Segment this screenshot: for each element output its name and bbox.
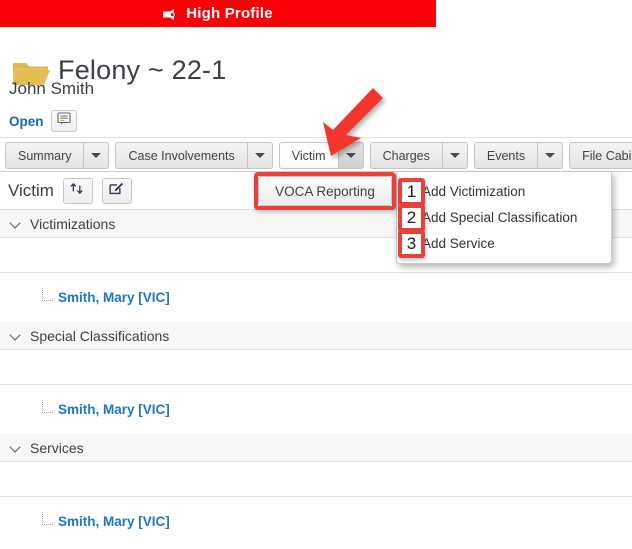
section-header-special-classifications[interactable]: Special Classifications bbox=[0, 322, 632, 350]
swap-button[interactable] bbox=[62, 177, 93, 204]
tab-group-events: Events bbox=[473, 142, 564, 169]
swap-arrows-icon bbox=[70, 182, 85, 200]
chevron-down-icon bbox=[449, 153, 460, 158]
comment-note-icon bbox=[56, 112, 71, 130]
menu-item-add-service[interactable]: Add Service bbox=[397, 230, 611, 256]
voca-reporting-wrap: VOCA Reporting bbox=[258, 176, 392, 206]
app-root: High Profile Felony ~ 22-1 John Smith Op… bbox=[0, 0, 632, 549]
person-link[interactable]: Smith, Mary [VIC] bbox=[58, 514, 170, 529]
annotation-badge-1: 1 bbox=[398, 178, 425, 206]
section-title: Special Classifications bbox=[30, 327, 170, 344]
chevron-down-icon bbox=[545, 153, 556, 158]
tab-group-summary: Summary bbox=[5, 142, 110, 169]
section-title: Services bbox=[30, 439, 84, 456]
tab-group-victim: Victim bbox=[278, 142, 364, 169]
chevron-down-icon bbox=[10, 442, 21, 453]
annotation-badge-3: 3 bbox=[398, 230, 425, 258]
chevron-down-icon bbox=[254, 153, 265, 158]
tab-bar: Summary Case Involvements Victim Charges bbox=[0, 142, 632, 172]
chevron-down-icon bbox=[91, 153, 102, 158]
table-row bbox=[0, 462, 632, 497]
edit-pencil-square-icon bbox=[109, 181, 124, 200]
case-header: Felony ~ 22-1 John Smith Open bbox=[0, 27, 632, 138]
list-item: Smith, Mary [VIC] bbox=[0, 497, 632, 546]
list-item: Smith, Mary [VIC] bbox=[0, 273, 632, 322]
menu-item-add-victimization[interactable]: Add Victimization bbox=[397, 178, 611, 204]
tree-branch-icon bbox=[42, 400, 53, 413]
tab-case-involvements[interactable]: Case Involvements bbox=[115, 142, 248, 169]
section-special-classifications: Special Classifications Smith, Mary [VIC… bbox=[0, 322, 632, 434]
tab-events-caret[interactable] bbox=[538, 142, 564, 169]
tree-branch-icon bbox=[42, 288, 53, 301]
tab-summary[interactable]: Summary bbox=[5, 142, 85, 169]
case-person-name: John Smith bbox=[9, 79, 95, 98]
tab-group-case-involvements: Case Involvements bbox=[115, 142, 273, 169]
annotation-badge-2: 2 bbox=[398, 204, 425, 232]
person-link[interactable]: Smith, Mary [VIC] bbox=[58, 402, 170, 417]
section-body-special-classifications: Smith, Mary [VIC] bbox=[0, 350, 632, 434]
high-profile-banner-label: High Profile bbox=[186, 5, 273, 22]
section-services: Services Smith, Mary [VIC] bbox=[0, 434, 632, 546]
tab-summary-caret[interactable] bbox=[84, 142, 110, 169]
voca-reporting-button[interactable]: VOCA Reporting bbox=[258, 176, 392, 206]
tree-branch-icon bbox=[42, 512, 53, 525]
table-row bbox=[0, 350, 632, 385]
comment-note-button[interactable] bbox=[50, 110, 77, 132]
victim-panel-title: Victim bbox=[8, 180, 54, 200]
section-title: Victimizations bbox=[30, 215, 116, 232]
case-status-link[interactable]: Open bbox=[9, 114, 44, 129]
tab-case-involvements-caret[interactable] bbox=[247, 142, 273, 169]
list-item: Smith, Mary [VIC] bbox=[0, 385, 632, 434]
tab-events[interactable]: Events bbox=[473, 142, 539, 169]
chevron-down-icon bbox=[345, 153, 356, 158]
case-status-row: Open bbox=[9, 110, 77, 132]
victim-dropdown-menu: Add Victimization Add Special Classifica… bbox=[396, 172, 612, 264]
bullhorn-icon bbox=[163, 8, 179, 21]
chevron-down-icon bbox=[10, 218, 21, 229]
edit-button[interactable] bbox=[101, 177, 132, 204]
section-header-services[interactable]: Services bbox=[0, 434, 632, 462]
chevron-down-icon bbox=[10, 330, 21, 341]
tab-charges-caret[interactable] bbox=[442, 142, 468, 169]
tab-charges[interactable]: Charges bbox=[369, 142, 443, 169]
tab-group-file-cabinet: File Cabinet bbox=[569, 142, 632, 169]
person-link[interactable]: Smith, Mary [VIC] bbox=[58, 290, 170, 305]
high-profile-banner: High Profile bbox=[0, 0, 436, 27]
tab-group-charges: Charges bbox=[369, 142, 468, 169]
tab-victim-caret[interactable] bbox=[338, 142, 364, 169]
tab-victim[interactable]: Victim bbox=[278, 142, 339, 169]
tab-file-cabinet[interactable]: File Cabinet bbox=[569, 142, 632, 169]
section-body-services: Smith, Mary [VIC] bbox=[0, 462, 632, 546]
menu-item-add-special-classification[interactable]: Add Special Classification bbox=[397, 204, 611, 230]
